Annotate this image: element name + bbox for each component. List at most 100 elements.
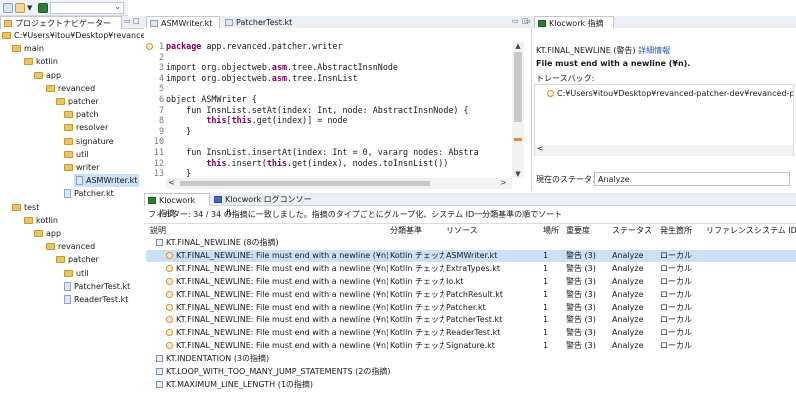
issue-row[interactable]: KT.FINAL_NEWLINE: File must end with a n… xyxy=(146,276,796,289)
issue-row[interactable]: KT.FINAL_NEWLINE: File must end with a n… xyxy=(146,289,796,302)
code-line[interactable]: 7 fun InsnList.setAt(index: Int, node: A… xyxy=(144,105,469,116)
toolbar-combo[interactable]: ⌄ xyxy=(50,2,124,14)
issue-taxonomy: Kotlin チェッカー xyxy=(390,276,444,286)
tree-folder-item[interactable]: resolver xyxy=(64,121,108,134)
scroll-thumb[interactable] xyxy=(514,52,522,122)
issue-group-row[interactable]: KT.INDENTATION (3の指摘) xyxy=(146,353,796,366)
tree-file-item[interactable]: Patcher.kt xyxy=(64,187,114,200)
column-header[interactable]: 発生箇所 xyxy=(660,225,692,237)
column-header[interactable]: ステータス xyxy=(612,225,652,237)
tree-folder-item[interactable]: signature xyxy=(64,135,114,148)
column-header[interactable]: 重要度 xyxy=(566,225,590,237)
issue-description: KT.FINAL_NEWLINE: File must end with a n… xyxy=(176,263,388,273)
dropdown-arrow-icon[interactable]: ▼ xyxy=(27,3,33,13)
minimize-icon[interactable]: ▭ xyxy=(512,17,519,25)
issue-row[interactable]: KT.FINAL_NEWLINE: File must end with a n… xyxy=(146,340,796,353)
tree-item-label: revanced xyxy=(58,242,96,252)
issue-row[interactable]: KT.FINAL_NEWLINE: File must end with a n… xyxy=(146,249,796,263)
code-line[interactable]: 5 xyxy=(144,83,166,94)
code-area[interactable]: 1 package app.revanced.patcher.writer 2 3 im… xyxy=(144,41,514,181)
column-header[interactable]: リファレンス xyxy=(706,225,754,237)
tree-folder-item[interactable]: test xyxy=(12,201,39,214)
overview-warning-mark[interactable] xyxy=(514,138,522,141)
group-icon xyxy=(156,380,163,388)
scroll-right-icon[interactable]: > xyxy=(500,178,507,187)
code-line[interactable]: 3 import org.objectweb.asm.tree.AbstractI… xyxy=(144,62,398,73)
open-folder-icon[interactable] xyxy=(15,3,25,13)
tree-folder-item[interactable]: patcher xyxy=(56,95,99,108)
issue-group-row[interactable]: KT.MAXIMUM_LINE_LENGTH (1の指摘) xyxy=(146,379,796,392)
code-line[interactable]: 9 } xyxy=(144,126,191,137)
new-icon[interactable] xyxy=(3,3,13,13)
scroll-left-icon[interactable]: < xyxy=(537,144,544,153)
tree-folder-item[interactable]: main xyxy=(12,42,44,55)
code-line[interactable]: 2 xyxy=(144,52,166,63)
issue-row[interactable]: KT.FINAL_NEWLINE: File must end with a n… xyxy=(146,314,796,327)
code-line[interactable]: 8 this[this.get(index)] = node xyxy=(144,115,348,126)
tab-klocwork-log[interactable]: Klocwork ログコンソール xyxy=(211,193,321,217)
code-text: } xyxy=(166,125,192,136)
code-text: org.objectweb. xyxy=(196,62,272,73)
hscroll-thumb[interactable] xyxy=(180,181,430,186)
tree-folder-item[interactable]: util xyxy=(64,267,89,280)
detail-link[interactable]: 詳細情報 xyxy=(638,46,670,55)
issue-group-row[interactable]: KT.FINAL_NEWLINE (8の指摘) xyxy=(146,237,796,250)
code-line[interactable]: 11 fun InsnList.insertAt(index: Int = 0,… xyxy=(144,147,479,158)
tree-folder-item[interactable]: patch xyxy=(64,108,99,121)
tab-label: ASMWriter.kt xyxy=(161,19,213,28)
code-line[interactable]: 6 object ASMWriter { xyxy=(144,94,257,105)
code-line[interactable]: 1 package app.revanced.patcher.writer xyxy=(144,41,343,52)
klocwork-icon[interactable] xyxy=(38,3,48,13)
tree-file-item[interactable]: ReaderTest.kt xyxy=(64,293,128,306)
tree-folder-item[interactable]: patcher xyxy=(56,253,99,266)
restore-icon[interactable]: ▭ xyxy=(524,17,531,25)
tree-item-label: app xyxy=(46,229,62,238)
code-line[interactable]: 4 import org.objectweb.asm.tree.InsnList xyxy=(144,73,358,84)
issue-row[interactable]: KT.FINAL_NEWLINE: File must end with a n… xyxy=(146,327,796,340)
tab-project-navigator[interactable]: プロジェクトナビゲーター xyxy=(0,16,122,29)
traceback-item[interactable]: C:¥Users¥itou¥Desktop¥revanced-patcher-d… xyxy=(547,89,793,98)
code-text: .tree.AbstractInsnNode xyxy=(287,62,398,73)
tree-folder-item[interactable]: kotlin xyxy=(24,214,58,227)
line-number: 3 xyxy=(158,62,164,73)
issue-occurrence: ローカル xyxy=(660,328,692,338)
scroll-down-icon[interactable]: ▼ xyxy=(512,170,524,178)
tree-folder-item[interactable]: revanced xyxy=(46,240,95,253)
tree-folder-item[interactable]: C:¥Users¥itou¥Desktop¥revanced xyxy=(2,29,144,42)
traceback-hscrollbar[interactable]: < xyxy=(535,144,793,156)
tree-folder-item[interactable]: app xyxy=(34,69,61,82)
status-select[interactable]: Analyze xyxy=(594,172,790,186)
tree-file-item[interactable]: PatcherTest.kt xyxy=(64,280,130,293)
code-keyword: asm xyxy=(271,62,288,73)
editor-hscrollbar[interactable]: < > xyxy=(166,178,512,189)
column-header[interactable]: リソース xyxy=(446,225,478,237)
column-header[interactable]: 場所 xyxy=(543,225,559,237)
code-line[interactable]: 10 xyxy=(144,136,166,147)
maximize-icon[interactable]: □ xyxy=(133,17,140,25)
column-header[interactable]: 分類基準 xyxy=(390,225,422,237)
issue-group-row[interactable]: KT.LOOP_WITH_TOO_MANY_JUMP_STATEMENTS (2… xyxy=(146,366,796,379)
navigator-title: プロジェクトナビゲーター xyxy=(15,19,111,28)
issue-row[interactable]: KT.FINAL_NEWLINE: File must end with a n… xyxy=(146,263,796,276)
issue-severity: 警告 (3) xyxy=(566,276,596,286)
issue-description: KT.FINAL_NEWLINE: File must end with a n… xyxy=(176,302,388,312)
tree-folder-item[interactable]: revanced xyxy=(46,82,95,95)
kotlin-file-icon xyxy=(225,19,233,26)
tab-klocwork-issues[interactable]: Klocwork 指摘 xyxy=(144,193,210,218)
tree-folder-item[interactable]: writer xyxy=(64,161,99,174)
scroll-up-icon[interactable]: ▲ xyxy=(512,42,524,50)
tab-label: PatcherTest.kt xyxy=(236,18,293,27)
issue-row[interactable]: KT.FINAL_NEWLINE: File must end with a n… xyxy=(146,302,796,315)
column-header[interactable]: 説明 xyxy=(150,225,166,237)
tree-folder-item[interactable]: kotlin xyxy=(24,55,58,68)
tree-folder-item[interactable]: app xyxy=(34,227,61,240)
minimize-icon[interactable]: ▭ xyxy=(124,17,131,25)
column-header[interactable]: システム ID xyxy=(754,225,796,237)
editor-vscrollbar[interactable]: ▲ ▼ xyxy=(512,42,524,178)
tree-file-item[interactable]: ASMWriter.kt xyxy=(74,174,140,188)
tree-folder-item[interactable]: util xyxy=(64,148,89,161)
scroll-left-icon[interactable]: < xyxy=(168,178,175,187)
code-line[interactable]: 12 this.insert(this.get(index), nodes.to… xyxy=(144,158,448,169)
code-editor[interactable]: 1 package app.revanced.patcher.writer 2 3 im… xyxy=(144,28,532,191)
issue-occurrence: ローカル xyxy=(660,276,692,286)
